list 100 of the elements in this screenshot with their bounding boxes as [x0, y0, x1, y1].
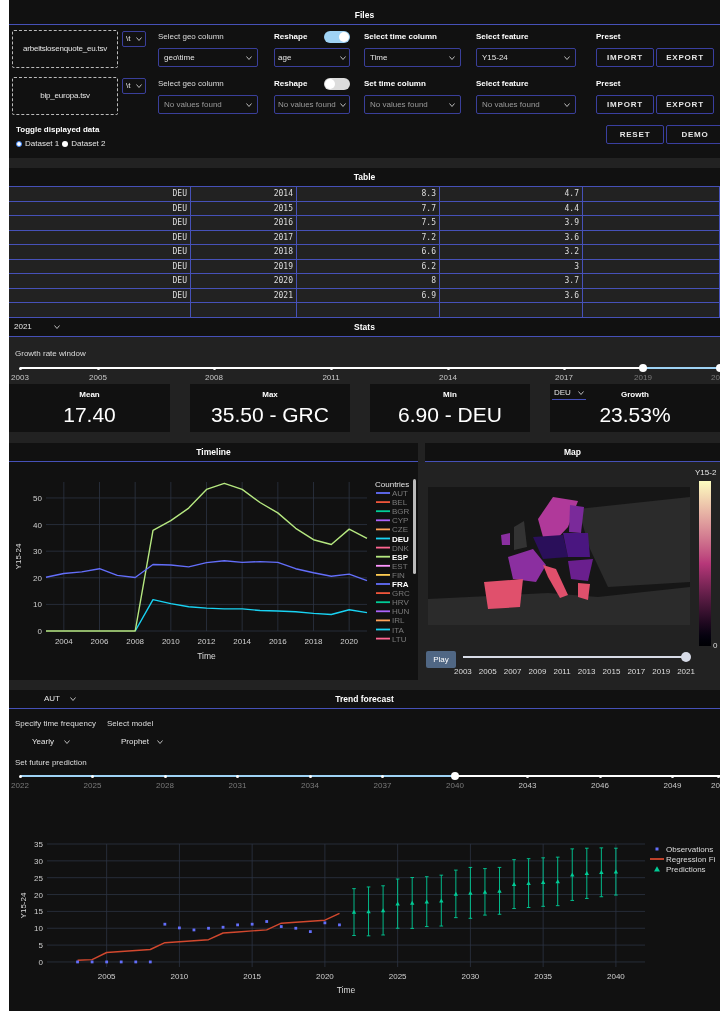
dropdown[interactable]: \t [122, 31, 146, 47]
error-bar [511, 859, 517, 909]
axis-tick-label: 2035 [534, 972, 553, 981]
axis-tick-label: 2018 [304, 637, 323, 646]
data-point [76, 960, 79, 964]
toggle-switch[interactable] [324, 78, 350, 90]
data-point [192, 928, 196, 932]
data-point [380, 908, 386, 913]
table-cell: DEU [9, 288, 191, 302]
table-cell: 3.6 [440, 288, 583, 302]
data-point [279, 925, 283, 928]
axis-tick-label: 35 [34, 840, 43, 849]
table-cell: DEU [9, 201, 191, 215]
dropdown[interactable]: No values found [364, 95, 461, 114]
axis-tick-label: 2016 [268, 637, 287, 646]
field-label: Specify time frequency [15, 718, 97, 730]
axis-tick-label: 10 [33, 600, 42, 610]
dropdown[interactable]: Y15-24 [476, 48, 576, 67]
slider-label: 2034 [301, 781, 319, 790]
axis-tick-label: 30 [33, 547, 42, 557]
field-label: Select time column [364, 31, 438, 43]
slider-handle[interactable] [639, 364, 647, 372]
caret-icon [564, 102, 570, 107]
slider-label: 2008 [205, 373, 223, 382]
table-cell: 2015 [191, 201, 297, 215]
data-point [294, 926, 298, 930]
button[interactable]: IMPORT [596, 95, 654, 114]
button[interactable]: IMPORT [596, 48, 654, 67]
error-bar [366, 886, 371, 937]
legend-label: CYP [392, 516, 409, 526]
axis-tick-label: 20 [34, 890, 43, 900]
table-cell: 4.4 [440, 201, 583, 215]
slider-label: 20 [711, 781, 720, 790]
dropdown[interactable]: Time [364, 48, 461, 67]
legend-label: DNK [392, 543, 409, 553]
data-point [323, 921, 327, 925]
axis-tick-label: 20 [33, 573, 42, 583]
dropdown[interactable]: AUT [35, 692, 79, 706]
button[interactable]: RESET [606, 125, 664, 144]
dropdown[interactable]: Prophet [112, 735, 166, 749]
data-point [555, 879, 560, 884]
field-label: Reshape [274, 78, 308, 90]
caret-icon [64, 740, 70, 744]
dropdown[interactable]: No values found [274, 95, 350, 114]
slider-label: 2015 [602, 667, 621, 676]
stat-value: 23.53% [599, 403, 671, 427]
file-drop-zone[interactable]: arbeitslosenquote_eu.tsv [12, 30, 118, 68]
slider-label: 2025 [83, 781, 102, 790]
dropdown[interactable]: 2021 [13, 320, 61, 334]
slider-label: 20 [711, 373, 720, 382]
table-cell: 3 [440, 259, 583, 273]
table-cell: DEU [9, 216, 191, 230]
dropdown[interactable]: DEU [552, 386, 586, 400]
axis-tick-label: 15 [34, 907, 43, 917]
button[interactable]: DEMO [666, 125, 720, 144]
dropdown[interactable]: age [274, 48, 350, 67]
error-bar [351, 888, 357, 936]
button[interactable]: EXPORT [656, 95, 714, 114]
radio-button[interactable] [62, 141, 69, 147]
legend-label: ITA [392, 625, 404, 635]
dropdown[interactable]: No values found [158, 95, 258, 114]
legend-label: FRA [392, 580, 409, 589]
table-cell: 2017 [191, 230, 297, 244]
table-cell: 7.2 [297, 230, 440, 244]
slider-handle[interactable] [681, 652, 691, 662]
data-point [134, 960, 138, 964]
data-point [207, 926, 210, 930]
table-cell: 8 [297, 274, 440, 288]
field-label: Reshape [274, 31, 308, 43]
dropdown[interactable]: Yearly [23, 735, 73, 749]
file-drop-zone[interactable]: bip_europa.tsv [12, 77, 118, 115]
table-cell: DEU [9, 187, 191, 201]
data-point [511, 881, 517, 886]
stat-label: Max [262, 390, 278, 400]
dropdown[interactable]: geo\time [158, 48, 258, 67]
legend-label: Predictions [666, 865, 706, 874]
axis-tick-label: 0 [37, 627, 42, 636]
data-point [178, 926, 181, 930]
toggle-switch[interactable] [324, 31, 350, 43]
table-cell: 6.6 [297, 245, 440, 259]
slider-label: 2009 [528, 667, 547, 676]
play-button[interactable]: Play [426, 651, 456, 668]
field-label: Select geo column [158, 78, 225, 90]
slider-handle[interactable] [451, 772, 459, 780]
error-bar [395, 878, 400, 929]
slider-label: 2003 [454, 667, 472, 676]
legend-label: LTU [392, 634, 407, 644]
caret-icon [449, 102, 455, 107]
dropdown[interactable]: No values found [476, 95, 576, 114]
data-point [105, 960, 109, 964]
radio-button[interactable] [16, 141, 22, 147]
legend-label: AUT [392, 489, 408, 498]
table-cell: 3.9 [440, 216, 583, 230]
slider-label: 2014 [439, 373, 457, 382]
section-title: Map [564, 445, 581, 459]
table-cell: 6.2 [297, 259, 440, 273]
dropdown[interactable]: \t [122, 78, 146, 94]
error-bar [599, 847, 604, 898]
button[interactable]: EXPORT [656, 48, 714, 67]
error-bar [613, 847, 619, 896]
